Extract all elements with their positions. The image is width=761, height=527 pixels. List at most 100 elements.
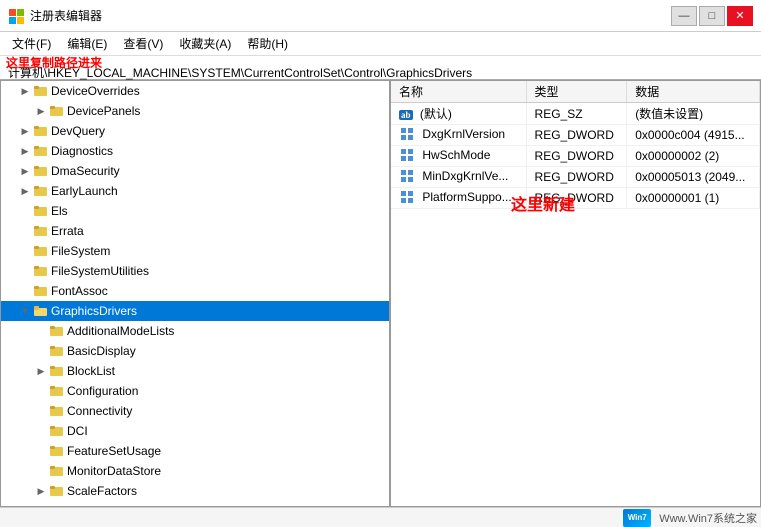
tree-label: FeatureSetUsage bbox=[67, 444, 161, 458]
address-annotation: 这里复制路径进来 bbox=[6, 54, 102, 71]
tree-item-configuration[interactable]: Configuration bbox=[1, 381, 389, 401]
folder-icon bbox=[33, 83, 49, 99]
status-bar: Win7 Www.Win7系统之家 bbox=[0, 507, 761, 527]
dword-icon bbox=[399, 169, 415, 185]
tree-item-monitordatastore[interactable]: MonitorDataStore bbox=[1, 461, 389, 481]
folder-icon bbox=[33, 143, 49, 159]
tree-item-graphicsdrivers[interactable]: ▼ GraphicsDrivers bbox=[1, 301, 389, 321]
tree-item-devicepanels[interactable]: ▶ DevicePanels bbox=[1, 101, 389, 121]
expander-icon: ▶ bbox=[17, 126, 33, 137]
reg-name: PlatformSuppo... bbox=[422, 190, 511, 204]
menu-file[interactable]: 文件(F) bbox=[4, 33, 59, 54]
tree-item-errata[interactable]: Errata bbox=[1, 221, 389, 241]
tree-item-filesystemutilities[interactable]: FileSystemUtilities bbox=[1, 261, 389, 281]
col-data: 数据 bbox=[627, 81, 760, 103]
tree-item-devquery[interactable]: ▶ DevQuery bbox=[1, 121, 389, 141]
dword-icon bbox=[399, 127, 415, 143]
tree-label: Diagnostics bbox=[51, 144, 113, 158]
right-pane: 名称 类型 数据 ab (默认) REG_SZ (数值未设置) bbox=[391, 81, 760, 506]
reg-name: MinDxgKrnlVe... bbox=[422, 169, 508, 183]
registry-table: 名称 类型 数据 ab (默认) REG_SZ (数值未设置) bbox=[391, 81, 760, 209]
menu-edit[interactable]: 编辑(E) bbox=[59, 33, 115, 54]
menu-bar: 文件(F) 编辑(E) 查看(V) 收藏夹(A) 帮助(H) bbox=[0, 32, 761, 56]
tree-item-earlylaunch[interactable]: ▶ EarlyLaunch bbox=[1, 181, 389, 201]
folder-icon bbox=[49, 363, 65, 379]
menu-help[interactable]: 帮助(H) bbox=[239, 33, 296, 54]
expander-icon: ▶ bbox=[17, 186, 33, 197]
tree-label: Errata bbox=[51, 224, 84, 238]
tree-label: MonitorDataStore bbox=[67, 464, 161, 478]
tree-item-connectivity[interactable]: Connectivity bbox=[1, 401, 389, 421]
dword-icon bbox=[399, 148, 415, 164]
tree-label: Els bbox=[51, 204, 68, 218]
folder-icon bbox=[33, 243, 49, 259]
folder-icon bbox=[49, 343, 65, 359]
tree-item-scalefactors[interactable]: ▶ ScaleFactors bbox=[1, 481, 389, 501]
expander-icon: ▶ bbox=[17, 166, 33, 177]
address-path[interactable]: 计算机\HKEY_LOCAL_MACHINE\SYSTEM\CurrentCon… bbox=[4, 64, 757, 81]
tree-label: AdditionalModeLists bbox=[67, 324, 174, 338]
cell-type: REG_SZ bbox=[526, 103, 627, 125]
new-build-annotation: 这里新建 bbox=[511, 191, 575, 215]
maximize-button[interactable]: □ bbox=[699, 6, 725, 26]
folder-icon bbox=[49, 463, 65, 479]
main-content: ▶ DeviceOverrides ▶ DevicePanels ▶ DevQu… bbox=[0, 80, 761, 507]
watermark-text: Www.Win7系统之家 bbox=[659, 510, 757, 526]
tree-item-additionalmodelists[interactable]: AdditionalModeLists bbox=[1, 321, 389, 341]
minimize-button[interactable]: — bbox=[671, 6, 697, 26]
tree-pane: ▶ DeviceOverrides ▶ DevicePanels ▶ DevQu… bbox=[1, 81, 391, 506]
cell-data: 0x00000002 (2) bbox=[627, 146, 760, 167]
col-name: 名称 bbox=[391, 81, 526, 103]
table-row[interactable]: PlatformSuppo... REG_DWORD 0x00000001 (1… bbox=[391, 188, 760, 209]
tree-item-featuresetusage[interactable]: FeatureSetUsage bbox=[1, 441, 389, 461]
folder-icon bbox=[33, 263, 49, 279]
reg-name: (默认) bbox=[420, 107, 452, 121]
tree-label: GraphicsDrivers bbox=[51, 304, 137, 318]
expander-icon: ▶ bbox=[33, 366, 49, 377]
tree-item-basicdisplay[interactable]: BasicDisplay bbox=[1, 341, 389, 361]
cell-data: 0x00005013 (2049... bbox=[627, 167, 760, 188]
reg-name: DxgKrnlVersion bbox=[422, 127, 505, 141]
expander-icon: ▶ bbox=[17, 146, 33, 157]
cell-name: MinDxgKrnlVe... bbox=[391, 167, 526, 188]
folder-icon-open bbox=[33, 303, 49, 319]
title-bar-left: 注册表编辑器 bbox=[8, 7, 102, 24]
tree-label: DevicePanels bbox=[67, 104, 140, 118]
expander-icon: ▶ bbox=[33, 486, 49, 497]
ab-icon: ab bbox=[399, 110, 413, 120]
table-row[interactable]: ab (默认) REG_SZ (数值未设置) bbox=[391, 103, 760, 125]
cell-data: 0x00000001 (1) bbox=[627, 188, 760, 209]
tree-label: Connectivity bbox=[67, 404, 132, 418]
cell-name: ab (默认) bbox=[391, 103, 526, 125]
expander-icon: ▶ bbox=[17, 86, 33, 97]
tree-item-filesystem[interactable]: FileSystem bbox=[1, 241, 389, 261]
cell-type: REG_DWORD bbox=[526, 146, 627, 167]
tree-item-diagnostics[interactable]: ▶ Diagnostics bbox=[1, 141, 389, 161]
table-row[interactable]: MinDxgKrnlVe... REG_DWORD 0x00005013 (20… bbox=[391, 167, 760, 188]
folder-icon bbox=[33, 123, 49, 139]
menu-view[interactable]: 查看(V) bbox=[115, 33, 171, 54]
table-row[interactable]: HwSchMode REG_DWORD 0x00000002 (2) bbox=[391, 146, 760, 167]
tree-item-deviceoverrides[interactable]: ▶ DeviceOverrides bbox=[1, 81, 389, 101]
cell-name: PlatformSuppo... bbox=[391, 188, 526, 209]
tree-label: FileSystemUtilities bbox=[51, 264, 149, 278]
cell-name: HwSchMode bbox=[391, 146, 526, 167]
close-button[interactable]: ✕ bbox=[727, 6, 753, 26]
tree-item-blocklist[interactable]: ▶ BlockList bbox=[1, 361, 389, 381]
cell-type: REG_DWORD bbox=[526, 125, 627, 146]
tree-item-els[interactable]: Els bbox=[1, 201, 389, 221]
table-row[interactable]: DxgKrnlVersion REG_DWORD 0x0000c004 (491… bbox=[391, 125, 760, 146]
title-bar: 注册表编辑器 — □ ✕ bbox=[0, 0, 761, 32]
watermark-logo: Win7 bbox=[623, 509, 651, 527]
tree-item-fontassoc[interactable]: FontAssoc bbox=[1, 281, 389, 301]
title-controls: — □ ✕ bbox=[671, 6, 753, 26]
expander-icon: ▼ bbox=[17, 306, 33, 316]
tree-item-dmasecurity[interactable]: ▶ DmaSecurity bbox=[1, 161, 389, 181]
folder-icon bbox=[49, 383, 65, 399]
tree-item-dci[interactable]: DCI bbox=[1, 421, 389, 441]
tree-label: DevQuery bbox=[51, 124, 105, 138]
menu-favorites[interactable]: 收藏夹(A) bbox=[171, 33, 239, 54]
watermark: Win7 Www.Win7系统之家 bbox=[623, 509, 757, 527]
col-type: 类型 bbox=[526, 81, 627, 103]
cell-type: REG_DWORD bbox=[526, 167, 627, 188]
